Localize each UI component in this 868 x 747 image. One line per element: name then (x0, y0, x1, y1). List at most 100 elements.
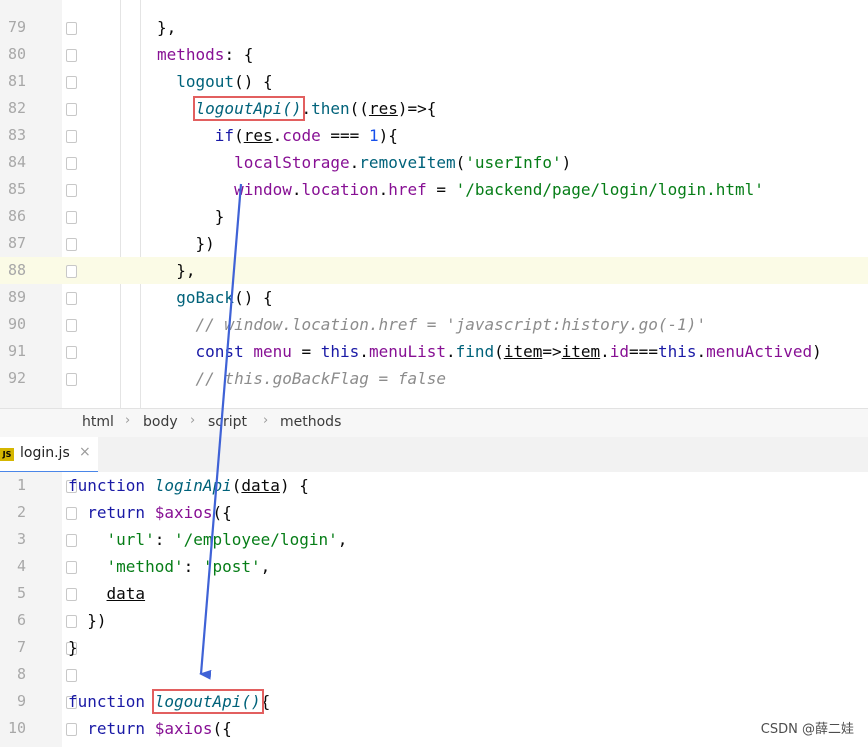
code-token: logout (157, 72, 235, 91)
code-line[interactable]: 6 }) (0, 607, 868, 634)
code-line[interactable]: 89 goBack() { (0, 284, 868, 311)
code-token: this (657, 342, 697, 361)
code-line[interactable]: 79}, (0, 14, 868, 41)
code-token: methods (157, 45, 225, 64)
fold-marker-icon[interactable] (66, 292, 77, 305)
code-token: then (311, 99, 350, 118)
line-number: 90 (7, 315, 26, 333)
code-line[interactable]: 88 }, (0, 257, 868, 284)
code-token: goBack (157, 288, 235, 307)
tab-label: login.js (20, 445, 70, 461)
code-token: ) { (279, 476, 309, 495)
code-line[interactable]: 84 localStorage.removeItem('userInfo') (0, 149, 868, 176)
code-line[interactable]: 85 window.location.href = '/backend/page… (0, 176, 868, 203)
fold-marker-icon[interactable] (66, 130, 77, 143)
code-text: data (68, 580, 146, 607)
line-number: 84 (7, 153, 26, 171)
code-token: . (446, 342, 456, 361)
code-line[interactable]: 4 'method': 'post', (0, 553, 868, 580)
fold-marker-icon[interactable] (66, 265, 77, 278)
code-token: '/backend/page/login/login.html' (455, 180, 764, 199)
code-token: href (388, 180, 427, 199)
fold-marker-icon[interactable] (66, 373, 77, 386)
code-token: find (455, 342, 495, 361)
bottom-editor-pane[interactable]: 1 function loginApi(data) {2 return $axio… (0, 472, 868, 747)
code-token: ( (494, 342, 504, 361)
fold-marker-icon[interactable] (66, 76, 77, 89)
code-token: . (291, 180, 302, 199)
breadcrumb-separator-icon: › (190, 413, 196, 428)
code-token: . (600, 342, 610, 361)
line-number: 7 (16, 638, 26, 656)
code-line[interactable]: 7} (0, 634, 868, 661)
fold-marker-icon[interactable] (66, 49, 77, 62)
code-token: res (243, 126, 273, 145)
code-line[interactable]: 10 return $axios({ (0, 715, 868, 742)
code-line[interactable]: 80 methods: { (0, 41, 868, 68)
line-number: 6 (16, 611, 26, 629)
fold-marker-icon[interactable] (66, 22, 77, 35)
code-line[interactable]: 2 return $axios({ (0, 499, 868, 526)
code-token: === (320, 126, 369, 145)
line-number: 85 (7, 180, 26, 198)
code-text: window.location.href = '/backend/page/lo… (157, 176, 764, 203)
code-token: : (183, 557, 203, 576)
code-token: , (260, 557, 271, 576)
fold-marker-icon[interactable] (66, 211, 77, 224)
tab-login-js[interactable]: JS login.js × (0, 437, 98, 474)
code-token: 'method' (106, 557, 184, 576)
code-token: return (87, 719, 155, 738)
line-number: 4 (16, 557, 26, 575)
code-line[interactable]: 1 function loginApi(data) { (0, 472, 868, 499)
code-line[interactable]: 82 logoutApi().then((res)=>{ (0, 95, 868, 122)
code-line[interactable]: 91 const menu = this.menuList.find(item=… (0, 338, 868, 365)
fold-marker-icon[interactable] (66, 319, 77, 332)
fold-marker-icon[interactable] (66, 157, 77, 170)
code-line[interactable]: 90 // window.location.href = 'javascript… (0, 311, 868, 338)
code-line[interactable]: 87 }) (0, 230, 868, 257)
code-text: goBack() { (157, 284, 272, 311)
code-token: ( (231, 476, 242, 495)
code-token: removeItem (359, 153, 456, 172)
code-text: methods: { (157, 41, 253, 68)
code-token: menuList (368, 342, 446, 361)
code-token: res (368, 99, 398, 118)
code-token: 1 (368, 126, 379, 145)
code-line[interactable]: 86 } (0, 203, 868, 230)
code-line[interactable]: 3 'url': '/employee/login', (0, 526, 868, 553)
fold-marker-icon[interactable] (66, 238, 77, 251)
breadcrumb-separator-icon: › (125, 413, 131, 428)
fold-marker-icon[interactable] (66, 669, 77, 682)
code-token: // window.location.href = 'javascript:hi… (157, 315, 707, 334)
code-text: }) (157, 230, 215, 257)
code-line[interactable]: 9 function logoutApi(){ (0, 688, 868, 715)
fold-marker-icon[interactable] (66, 346, 77, 359)
close-icon[interactable]: × (79, 444, 91, 460)
code-token: location (301, 180, 379, 199)
line-number: 91 (7, 342, 26, 360)
code-token: => (542, 342, 562, 361)
code-token: $axios (154, 503, 213, 522)
code-token: item (561, 342, 601, 361)
code-line[interactable]: 81 logout() { (0, 68, 868, 95)
breadcrumb-item-methods[interactable]: methods (280, 414, 341, 430)
code-line[interactable]: 83 if(res.code === 1){ (0, 122, 868, 149)
code-token: ) (561, 153, 572, 172)
code-text: function logoutApi(){ (68, 688, 270, 715)
breadcrumb-item-html[interactable]: html (82, 414, 114, 430)
fold-marker-icon[interactable] (66, 184, 77, 197)
code-text: if(res.code === 1){ (157, 122, 398, 149)
code-line[interactable]: 5 data (0, 580, 868, 607)
line-number: 1 (16, 476, 26, 494)
code-line[interactable]: 92 // this.goBackFlag = false (0, 365, 868, 392)
code-line[interactable]: 8 (0, 661, 868, 688)
code-token: window (234, 180, 292, 199)
breadcrumb-item-script[interactable]: script (208, 414, 247, 430)
top-editor-pane[interactable]: 79}, 80 methods: {81 logout() {82 logoutAp… (0, 0, 868, 410)
breadcrumb-item-body[interactable]: body (143, 414, 178, 430)
fold-marker-icon[interactable] (66, 103, 77, 116)
